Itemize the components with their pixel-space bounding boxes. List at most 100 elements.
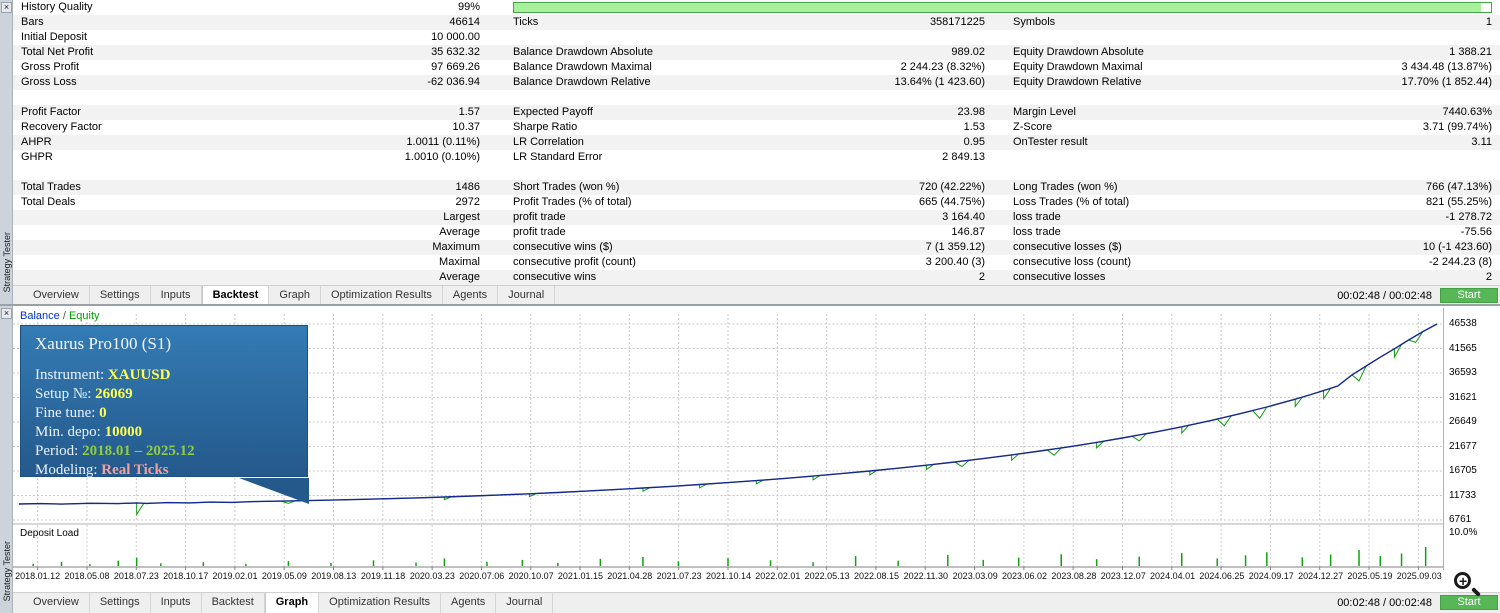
x-axis-label: 2020.10.07 <box>508 571 554 581</box>
stat-label: Symbols <box>1013 16 1056 28</box>
bottom-tabbar: Overview Settings Inputs Backtest Graph Optim… <box>13 592 1500 613</box>
stat-value <box>1343 150 1500 165</box>
stat-label <box>13 90 301 105</box>
stat-value: -1 278.72 <box>1445 211 1492 223</box>
stats-row: Average consecutive wins 2 consecutive loss… <box>13 270 1500 285</box>
info-line-label: Setup №: <box>35 386 96 402</box>
panel-title-strip: × Strategy Tester <box>0 0 13 304</box>
stat-label: Total Deals <box>21 196 76 208</box>
stat-label: consecutive losses ($) <box>1013 241 1122 253</box>
stat-label <box>513 30 843 45</box>
stat-label: GHPR <box>21 151 53 163</box>
tab-graph[interactable]: Graph <box>264 593 320 613</box>
stat-value: Average <box>439 271 480 283</box>
stat-label: Short Trades (won %) <box>513 181 620 193</box>
y-axis-label: 36593 <box>1449 367 1477 378</box>
stat-label <box>13 255 301 270</box>
tab-optimization-results[interactable]: Optimization Results <box>319 593 442 613</box>
tab-graph[interactable]: Graph <box>269 286 321 304</box>
stat-value <box>843 165 985 180</box>
y-axis-label: 26649 <box>1449 416 1477 427</box>
tab-optimization-results[interactable]: Optimization Results <box>321 286 443 304</box>
stat-value: 3 434.48 (13.87%) <box>1401 61 1492 73</box>
x-axis-label: 2021.01.15 <box>557 571 603 581</box>
stat-label: Margin Level <box>1013 106 1076 118</box>
legend-equity: Equity <box>68 310 100 322</box>
stat-label <box>1013 165 1343 180</box>
tab-agents[interactable]: Agents <box>441 593 497 613</box>
panel-title: Strategy Tester <box>2 231 12 292</box>
stat-label: AHPR <box>21 136 52 148</box>
stat-value: Average <box>439 226 480 238</box>
stat-value: -2 244.23 (8) <box>1429 256 1492 268</box>
tab-settings[interactable]: Settings <box>90 286 151 304</box>
info-line-value: Real Ticks <box>101 462 169 478</box>
stats-row: Total Deals 2972 Profit Trades (% of total… <box>13 195 1500 210</box>
stat-label <box>13 165 301 180</box>
tabs-list: Overview Settings Inputs Backtest Graph Optim… <box>23 286 556 304</box>
zoom-plus: + <box>1459 573 1468 589</box>
info-line-label: Min. depo: <box>35 424 105 440</box>
stat-label: Equity Drawdown Relative <box>1013 76 1142 88</box>
stat-label: Z-Score <box>1013 121 1053 133</box>
stats-row: Recovery Factor 10.37 Sharpe Ratio 1.53 Z-Sc… <box>13 120 1500 135</box>
stat-value: 3.71 (99.74%) <box>1422 121 1492 133</box>
stat-label: consecutive wins <box>513 271 597 283</box>
stat-value <box>301 90 480 105</box>
close-icon[interactable]: × <box>1 308 12 319</box>
deposit-load-max: 10.0% <box>1449 527 1478 538</box>
tab-settings[interactable]: Settings <box>90 593 151 613</box>
tab-inputs[interactable]: Inputs <box>151 286 202 304</box>
x-axis-label: 2018.01.12 <box>15 571 61 581</box>
stat-label: consecutive wins ($) <box>513 241 613 253</box>
stats-row: Largest profit trade 3 164.40 loss trade -1 … <box>13 210 1500 225</box>
stat-label <box>1013 90 1343 105</box>
close-icon[interactable]: × <box>1 2 12 13</box>
stat-label: OnTester result <box>1013 136 1088 148</box>
stat-label: Initial Deposit <box>21 31 88 43</box>
x-axis-label: 2024.12.27 <box>1298 571 1344 581</box>
panel-title-strip: × Strategy Tester <box>0 306 13 613</box>
x-axis-label: 2021.07.23 <box>656 571 702 581</box>
stat-label: Total Net Profit <box>21 46 94 58</box>
x-axis-label: 2022.05.13 <box>804 571 850 581</box>
stat-label: Profit Factor <box>21 106 81 118</box>
start-button[interactable]: Start <box>1440 288 1498 303</box>
stat-value: 13.64% (1 423.60) <box>894 76 985 88</box>
x-axis-labels: 2018.01.12 2018.05.08 2018.07.23 2018.10.17… <box>13 571 1444 584</box>
info-line: Fine tune: 0 <box>35 404 293 423</box>
x-axis-label: 2025.09.03 <box>1396 571 1442 581</box>
tab-overview[interactable]: Overview <box>23 286 90 304</box>
stat-value: Maximal <box>439 256 480 268</box>
x-axis-label: 2020.07.06 <box>459 571 505 581</box>
stat-label: Equity Drawdown Absolute <box>1013 46 1144 58</box>
tab-journal[interactable]: Journal <box>496 593 554 613</box>
x-axis-label: 2023.12.07 <box>1100 571 1146 581</box>
info-line: Min. depo: 10000 <box>35 423 293 442</box>
y-axis-label: 21677 <box>1449 440 1477 452</box>
stat-label: Balance Drawdown Relative <box>513 76 651 88</box>
y-axis-label: 11733 <box>1449 489 1477 501</box>
tab-inputs[interactable]: Inputs <box>151 593 202 613</box>
tab-backtest[interactable]: Backtest <box>202 593 265 613</box>
history-quality-fill <box>514 3 1482 12</box>
stats-row: History Quality 99% <box>13 0 1500 15</box>
graph-panel: × Strategy Tester Balance / Equity Depos… <box>0 306 1500 613</box>
tab-journal[interactable]: Journal <box>498 286 556 304</box>
info-line-value: 10000 <box>104 424 143 440</box>
y-axis-label: 41565 <box>1449 342 1477 354</box>
tab-agents[interactable]: Agents <box>443 286 499 304</box>
stat-label: Expected Payoff <box>513 106 593 118</box>
stat-value: 1 <box>1485 16 1492 28</box>
stat-label <box>13 210 301 225</box>
tab-backtest[interactable]: Backtest <box>201 286 270 304</box>
strategy-tester-window: × Strategy Tester History Quality 99% Bars… <box>0 0 1500 613</box>
stat-label: LR Correlation <box>513 136 584 148</box>
stat-label: LR Standard Error <box>513 151 603 163</box>
x-axis-label: 2023.03.09 <box>952 571 998 581</box>
strategy-title: Xaurus Pro100 (S1) <box>35 334 171 353</box>
tab-overview[interactable]: Overview <box>23 593 90 613</box>
stats-row: Gross Profit 97 669.26 Balance Drawdown Ma… <box>13 60 1500 75</box>
stat-value: 358171225 <box>929 16 985 28</box>
zoom-icon[interactable]: + <box>1452 570 1484 602</box>
